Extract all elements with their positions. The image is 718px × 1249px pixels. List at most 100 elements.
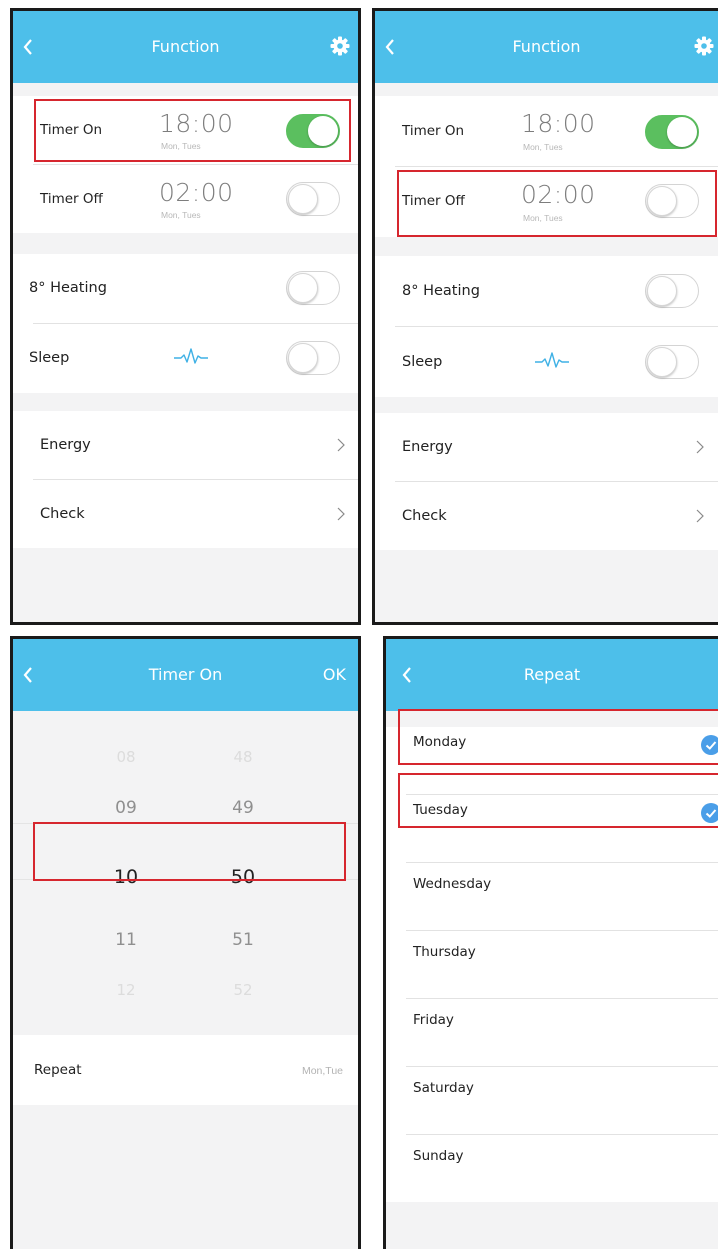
sleep-label: Sleep (29, 350, 70, 366)
header-bar: Function (375, 11, 718, 83)
gear-icon[interactable] (330, 36, 350, 56)
page-title: Repeat (523, 665, 581, 684)
timer-off-label: Timer Off (40, 191, 103, 207)
timer-on-row[interactable]: Timer On 18:00 Mon, Tues (13, 96, 358, 164)
heating-row: 8° Heating (375, 256, 718, 326)
heating-toggle[interactable] (645, 274, 699, 308)
timer-off-days: Mon, Tues (523, 213, 563, 223)
timer-on-label: Timer On (40, 122, 103, 138)
heating-label: 8° Heating (29, 280, 107, 296)
timer-off-time: 02:00 (159, 178, 234, 207)
timer-off-row[interactable]: Timer Off 02:00 Mon, Tues (13, 165, 358, 233)
hour-selected[interactable]: 10 (96, 866, 156, 888)
timer-on-days: Mon, Tues (161, 141, 201, 151)
days-list: Monday Tuesday Wednesday Thursday Friday… (386, 727, 718, 1202)
day-row-friday[interactable]: Friday (386, 999, 718, 1066)
picker-line-top (13, 823, 358, 824)
day-label: Wednesday (413, 876, 492, 892)
sleep-label: Sleep (402, 354, 443, 370)
timer-on-toggle[interactable] (645, 115, 699, 149)
sleep-toggle[interactable] (286, 341, 340, 375)
check-circle-icon (701, 803, 718, 823)
page-title: Function (512, 37, 581, 56)
repeat-label: Repeat (34, 1062, 82, 1078)
energy-row[interactable]: Energy (13, 411, 358, 479)
minute-option[interactable]: 51 (213, 930, 273, 950)
page-title: Timer On (148, 665, 223, 684)
day-label: Sunday (413, 1148, 464, 1164)
day-label: Monday (413, 734, 467, 750)
header-bar: Function (13, 11, 358, 83)
check-circle-icon (701, 735, 718, 755)
day-label: Tuesday (413, 802, 468, 818)
day-row-tuesday[interactable]: Tuesday (386, 795, 718, 862)
minute-option[interactable]: 48 (213, 748, 273, 766)
day-row-thursday[interactable]: Thursday (386, 931, 718, 998)
mode-block: 8° Heating Sleep (375, 256, 718, 397)
menu-block: Energy Check (13, 411, 358, 548)
repeat-row[interactable]: Repeat Mon,Tue (13, 1035, 358, 1105)
timer-on-row[interactable]: Timer On 18:00 Mon, Tues (375, 96, 718, 166)
page-title: Function (151, 37, 220, 56)
day-row-saturday[interactable]: Saturday (386, 1067, 718, 1134)
chevron-right-icon (337, 507, 345, 521)
check-label: Check (402, 508, 447, 524)
hour-option[interactable]: 09 (96, 798, 156, 818)
chevron-right-icon (337, 438, 345, 452)
timer-on-time: 18:00 (159, 109, 234, 138)
sleep-toggle[interactable] (645, 345, 699, 379)
timer-on-toggle[interactable] (286, 114, 340, 148)
check-row[interactable]: Check (375, 482, 718, 550)
function-screen-panel-2: Function Timer On 18:00 Mon, Tues Timer … (372, 8, 718, 625)
timer-on-label: Timer On (402, 123, 465, 139)
day-label: Friday (413, 1012, 454, 1028)
gear-icon[interactable] (694, 36, 714, 56)
hour-option[interactable]: 12 (96, 981, 156, 999)
check-row[interactable]: Check (13, 480, 358, 548)
day-row-wednesday[interactable]: Wednesday (386, 863, 718, 930)
timer-on-screen: Timer On OK 08 09 10 11 12 48 49 50 51 5… (10, 636, 361, 1249)
mode-block: 8° Heating Sleep (13, 254, 358, 393)
repeat-screen: Repeat Monday Tuesday Wednesday Thursday… (383, 636, 718, 1249)
timer-off-toggle[interactable] (645, 184, 699, 218)
timer-off-time: 02:00 (521, 180, 596, 209)
heating-toggle[interactable] (286, 271, 340, 305)
repeat-value: Mon,Tue (301, 1065, 343, 1077)
header-bar: Repeat (386, 639, 718, 711)
timer-off-days: Mon, Tues (161, 210, 201, 220)
time-picker[interactable]: 08 09 10 11 12 48 49 50 51 52 (13, 711, 358, 1011)
timer-on-time: 18:00 (521, 109, 596, 138)
menu-block: Energy Check (375, 413, 718, 550)
heating-row: 8° Heating (13, 254, 358, 323)
picker-line-bottom (13, 879, 358, 880)
minute-option[interactable]: 52 (213, 981, 273, 999)
day-label: Thursday (413, 944, 476, 960)
ok-button[interactable]: OK (323, 639, 346, 711)
sleep-row: Sleep (375, 327, 718, 397)
minute-selected[interactable]: 50 (213, 866, 273, 888)
day-label: Saturday (413, 1080, 474, 1096)
chevron-right-icon (696, 440, 704, 454)
sleep-row: Sleep (13, 324, 358, 393)
day-row-monday[interactable]: Monday (386, 727, 718, 794)
hour-option[interactable]: 11 (96, 930, 156, 950)
timer-off-toggle[interactable] (286, 182, 340, 216)
hour-option[interactable]: 08 (96, 748, 156, 766)
function-screen-panel-1: Function Timer On 18:00 Mon, Tues Timer … (10, 8, 361, 625)
timer-block: Timer On 18:00 Mon, Tues Timer Off 02:00… (375, 96, 718, 237)
day-row-sunday[interactable]: Sunday (386, 1135, 718, 1202)
heating-label: 8° Heating (402, 283, 480, 299)
header-bar: Timer On OK (13, 639, 358, 711)
energy-label: Energy (40, 437, 91, 453)
energy-label: Energy (402, 439, 453, 455)
chevron-right-icon (696, 509, 704, 523)
timer-off-label: Timer Off (402, 193, 465, 209)
energy-row[interactable]: Energy (375, 413, 718, 481)
timer-off-row[interactable]: Timer Off 02:00 Mon, Tues (375, 167, 718, 237)
timer-block: Timer On 18:00 Mon, Tues Timer Off 02:00… (13, 96, 358, 233)
heartbeat-icon (535, 352, 569, 368)
heartbeat-icon (174, 348, 208, 364)
timer-on-days: Mon, Tues (523, 142, 563, 152)
check-label: Check (40, 506, 85, 522)
minute-option[interactable]: 49 (213, 798, 273, 818)
